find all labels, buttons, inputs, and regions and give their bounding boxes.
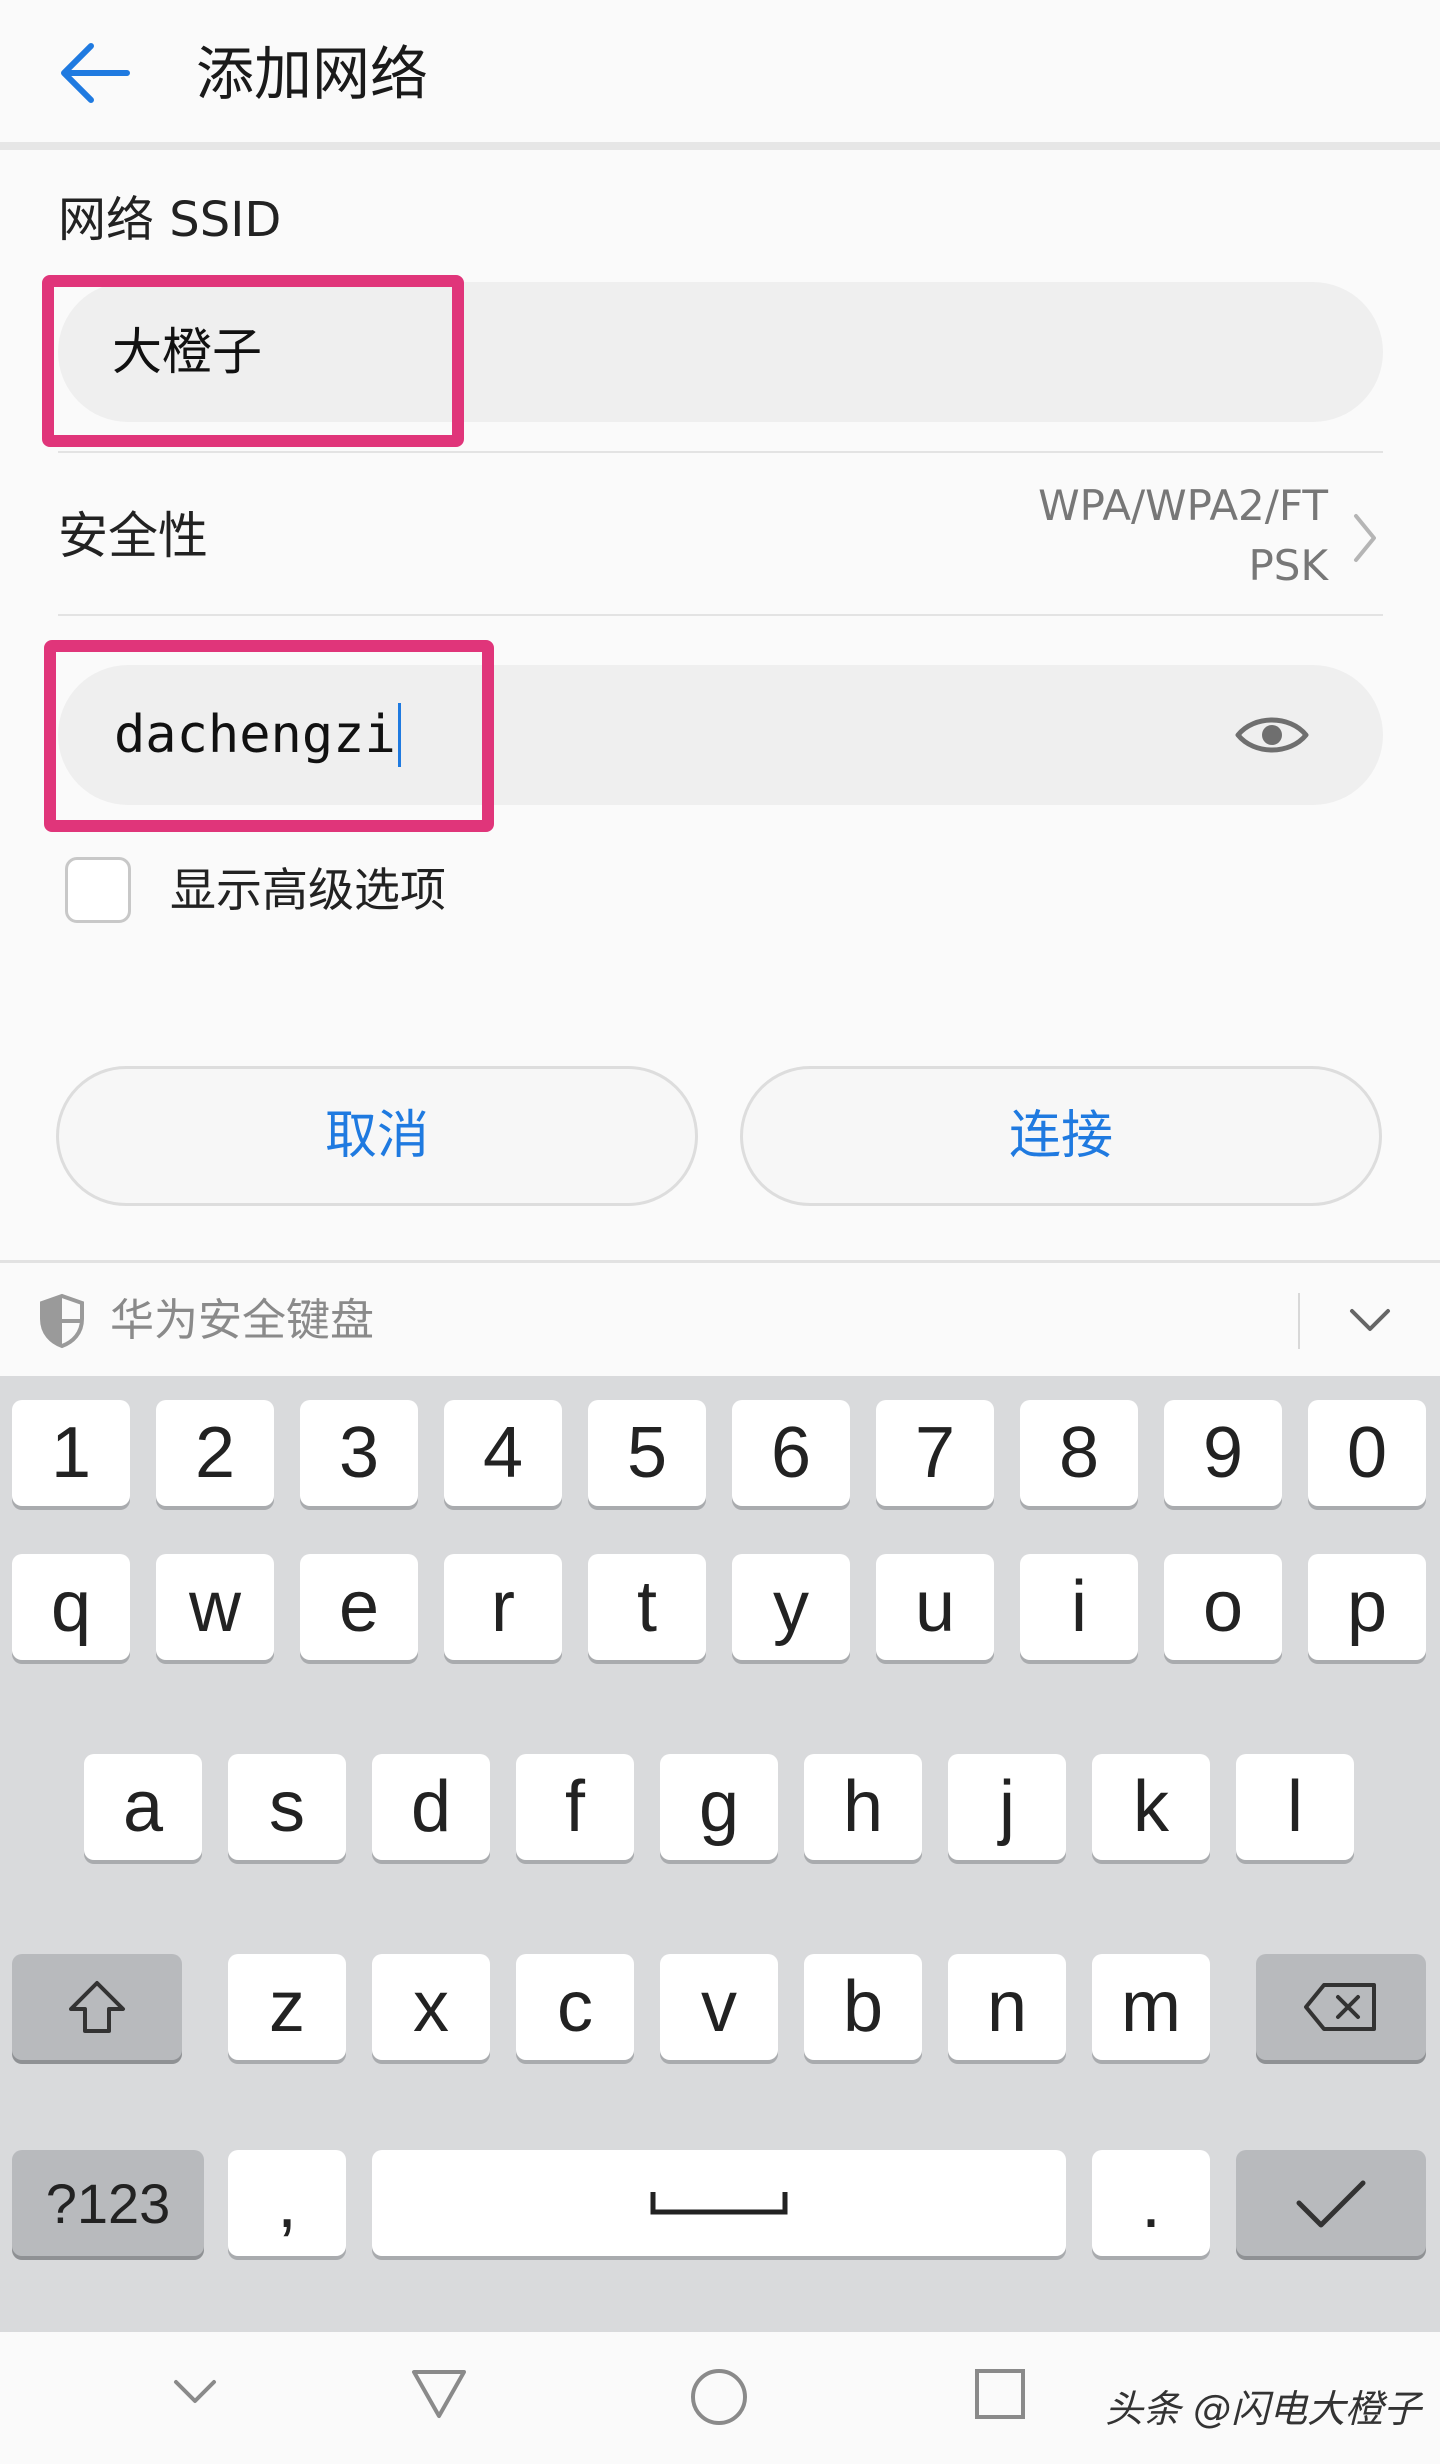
enter-key[interactable]	[1236, 2150, 1426, 2256]
divider	[58, 451, 1383, 453]
keyboard: 1 2 3 4 5 6 7 8 9 0 q w e r t y u i o p …	[0, 1376, 1440, 2332]
ssid-label: 网络 SSID	[58, 192, 282, 248]
show-advanced-checkbox[interactable]	[65, 857, 131, 923]
key[interactable]: x	[372, 1954, 490, 2060]
period-key[interactable]: .	[1092, 2150, 1210, 2256]
key[interactable]: g	[660, 1754, 778, 1860]
key[interactable]: k	[1092, 1754, 1210, 1860]
chevron-right-icon[interactable]	[1350, 510, 1380, 566]
shift-arrow-icon	[69, 1981, 125, 2033]
key[interactable]: 4	[444, 1400, 562, 1506]
password-highlight-box	[44, 640, 494, 832]
chevron-down-icon[interactable]	[1346, 1301, 1394, 1341]
security-label: 安全性	[58, 507, 208, 565]
key[interactable]: c	[516, 1954, 634, 2060]
key[interactable]: o	[1164, 1554, 1282, 1660]
key[interactable]: h	[804, 1754, 922, 1860]
keyboard-name: 华为安全键盘	[110, 1295, 374, 1346]
cancel-button[interactable]: 取消	[56, 1066, 698, 1206]
space-key[interactable]	[372, 2150, 1066, 2256]
backspace-icon	[1304, 1983, 1376, 2031]
symbols-key[interactable]: ?123	[12, 2150, 204, 2256]
keyboard-toolbar: 华为安全键盘	[0, 1260, 1440, 1376]
arrow-left-icon	[61, 43, 130, 103]
comma-key[interactable]: ,	[228, 2150, 346, 2256]
security-value-line2: PSK	[1248, 541, 1328, 590]
key[interactable]: p	[1308, 1554, 1426, 1660]
key[interactable]: e	[300, 1554, 418, 1660]
chevron-down-icon[interactable]	[170, 2372, 220, 2412]
app-header: 添加网络	[0, 0, 1440, 150]
key[interactable]: w	[156, 1554, 274, 1660]
back-button[interactable]	[55, 38, 135, 108]
key[interactable]: 5	[588, 1400, 706, 1506]
divider	[1298, 1293, 1300, 1349]
key[interactable]: t	[588, 1554, 706, 1660]
shift-key[interactable]	[12, 1954, 182, 2060]
key[interactable]: a	[84, 1754, 202, 1860]
key[interactable]: n	[948, 1954, 1066, 2060]
key[interactable]: 8	[1020, 1400, 1138, 1506]
key[interactable]: l	[1236, 1754, 1354, 1860]
key[interactable]: s	[228, 1754, 346, 1860]
key[interactable]: u	[876, 1554, 994, 1660]
connect-button[interactable]: 连接	[740, 1066, 1382, 1206]
key[interactable]: d	[372, 1754, 490, 1860]
key[interactable]: 7	[876, 1400, 994, 1506]
home-circle-icon[interactable]	[688, 2366, 750, 2428]
key[interactable]: 9	[1164, 1400, 1282, 1506]
divider	[58, 614, 1383, 616]
key[interactable]: q	[12, 1554, 130, 1660]
space-bar-icon	[650, 2192, 788, 2215]
key[interactable]: i	[1020, 1554, 1138, 1660]
show-advanced-label: 显示高级选项	[170, 863, 446, 917]
security-value-line1: WPA/WPA2/FT	[1038, 481, 1328, 530]
checkmark-icon	[1296, 2180, 1366, 2228]
key[interactable]: v	[660, 1954, 778, 2060]
page-title: 添加网络	[196, 40, 429, 108]
key[interactable]: 1	[12, 1400, 130, 1506]
key[interactable]: 6	[732, 1400, 850, 1506]
key[interactable]: z	[228, 1954, 346, 2060]
key[interactable]: 3	[300, 1400, 418, 1506]
key[interactable]: f	[516, 1754, 634, 1860]
ssid-highlight-box	[42, 275, 464, 447]
key[interactable]: y	[732, 1554, 850, 1660]
key[interactable]: b	[804, 1954, 922, 2060]
security-selector[interactable]: WPA/WPA2/FT PSK	[928, 476, 1328, 596]
key[interactable]: r	[444, 1554, 562, 1660]
recents-square-icon[interactable]	[972, 2366, 1028, 2422]
back-triangle-icon[interactable]	[408, 2366, 470, 2422]
key[interactable]: m	[1092, 1954, 1210, 2060]
key[interactable]: j	[948, 1754, 1066, 1860]
shield-icon	[40, 1293, 84, 1349]
key[interactable]: 0	[1308, 1400, 1426, 1506]
watermark-text: 头条 @闪电大橙子	[1105, 2387, 1422, 2431]
backspace-key[interactable]	[1256, 1954, 1426, 2060]
key[interactable]: 2	[156, 1400, 274, 1506]
eye-icon[interactable]	[1232, 705, 1312, 765]
